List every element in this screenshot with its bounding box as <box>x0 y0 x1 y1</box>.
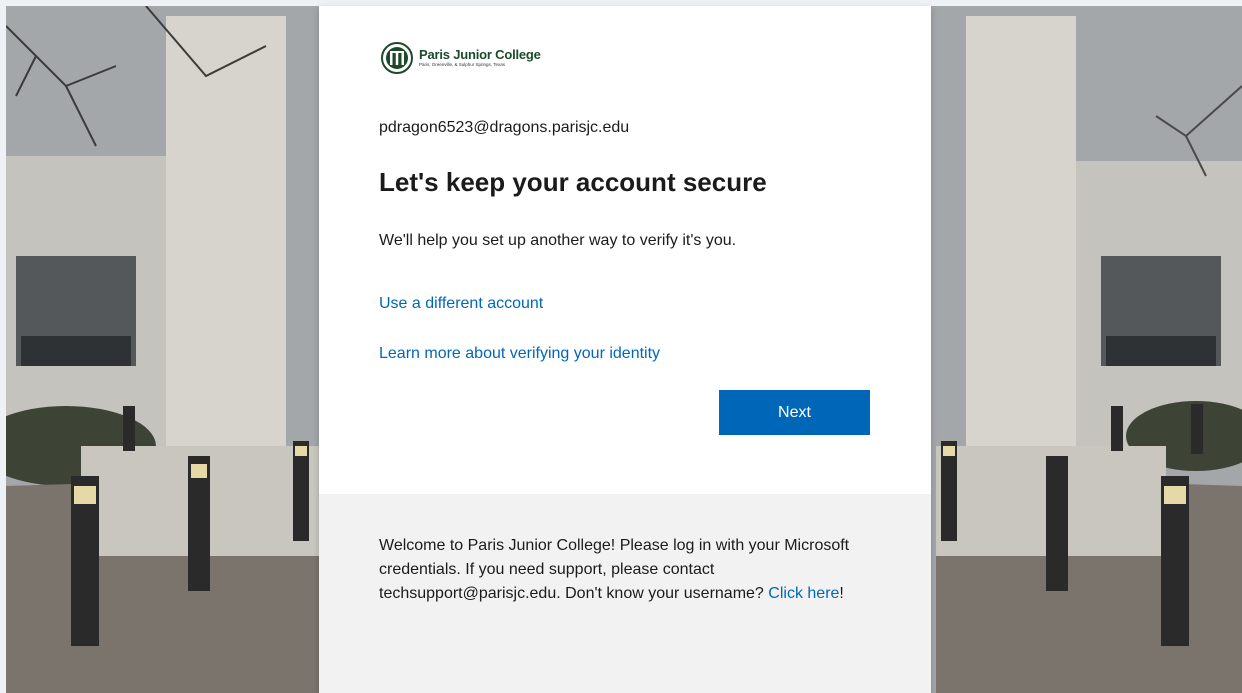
college-name: Paris Junior College <box>419 47 541 63</box>
page-title: Let's keep your account secure <box>379 167 767 197</box>
footer-panel: Welcome to Paris Junior College! Please … <box>319 494 931 693</box>
learn-more-link[interactable]: Learn more about verifying your identity <box>379 345 660 363</box>
sign-in-card: Paris Junior College Paris, Greenville, … <box>319 6 931 693</box>
footer-text-end: ! <box>839 585 844 602</box>
card-body: Paris Junior College Paris, Greenville, … <box>319 6 931 494</box>
logo-text: Paris Junior College Paris, Greenville, … <box>419 48 541 68</box>
sign-in-page: Paris Junior College Paris, Greenville, … <box>0 0 1242 693</box>
college-logo: Paris Junior College Paris, Greenville, … <box>381 42 541 74</box>
account-email: pdragon6523@dragons.parisjc.edu <box>379 119 630 136</box>
footer-message: Welcome to Paris Junior College! Please … <box>379 534 879 606</box>
use-different-account-link[interactable]: Use a different account <box>379 295 543 313</box>
page-description: We'll help you set up another way to ver… <box>379 232 737 249</box>
next-button[interactable]: Next <box>719 390 870 435</box>
college-seal-icon <box>381 42 413 74</box>
college-tagline: Paris, Greenville, & Sulphur Springs, Te… <box>419 62 505 68</box>
click-here-link[interactable]: Click here <box>768 585 839 602</box>
